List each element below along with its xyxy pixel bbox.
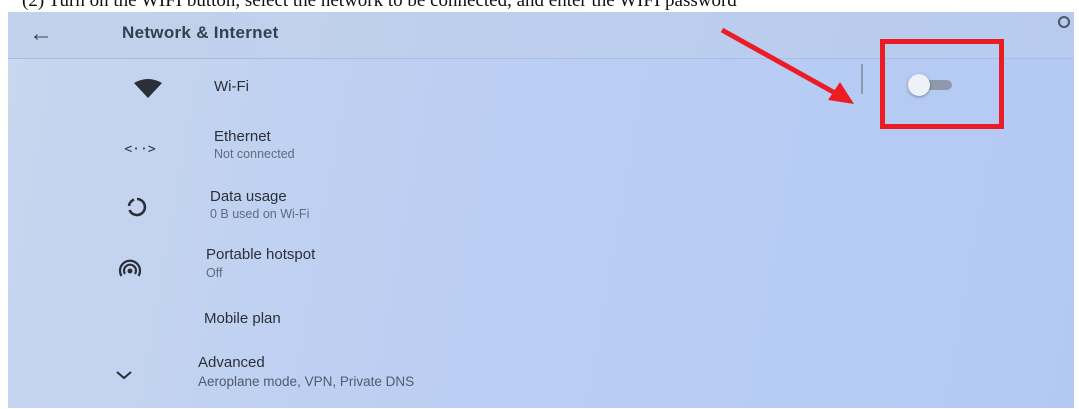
ethernet-icon: <··>	[124, 141, 156, 157]
wifi-icon	[130, 74, 166, 104]
settings-item-portable-hotspot[interactable]: Portable hotspot Off	[8, 242, 1074, 292]
settings-item-advanced[interactable]: Advanced Aeroplane mode, VPN, Private DN…	[8, 350, 1074, 400]
settings-item-data-usage[interactable]: Data usage 0 B used on Wi-Fi	[8, 182, 1074, 232]
settings-item-summary: Aeroplane mode, VPN, Private DNS	[198, 374, 415, 389]
settings-item-label: Wi-Fi	[214, 78, 249, 95]
settings-item-mobile-plan[interactable]: Mobile plan	[8, 302, 1074, 342]
instruction-caption: (2) Turn on the WIFI button, select the …	[22, 0, 737, 11]
page-title: Network & Internet	[122, 23, 279, 42]
settings-item-ethernet[interactable]: <··> Ethernet Not connected	[8, 122, 1074, 172]
settings-item-label: Advanced	[198, 354, 265, 371]
settings-item-label: Mobile plan	[204, 310, 281, 327]
search-icon[interactable]	[1058, 16, 1070, 28]
settings-item-label: Data usage	[210, 188, 287, 205]
hotspot-icon	[112, 254, 148, 284]
settings-screen: ← Network & Internet Wi-Fi <··> Ethernet…	[8, 12, 1074, 408]
settings-item-summary: 0 B used on Wi-Fi	[210, 207, 310, 221]
settings-item-label: Ethernet	[214, 128, 271, 145]
settings-item-summary: Not connected	[214, 147, 295, 161]
arrow-left-icon[interactable]: ←	[26, 20, 56, 48]
data-usage-icon	[119, 192, 155, 222]
annotation-arrow-icon	[720, 27, 854, 104]
chevron-down-icon	[106, 360, 142, 390]
annotation-highlight-box	[880, 39, 1004, 129]
settings-item-summary: Off	[206, 266, 223, 280]
settings-item-label: Portable hotspot	[206, 246, 316, 263]
